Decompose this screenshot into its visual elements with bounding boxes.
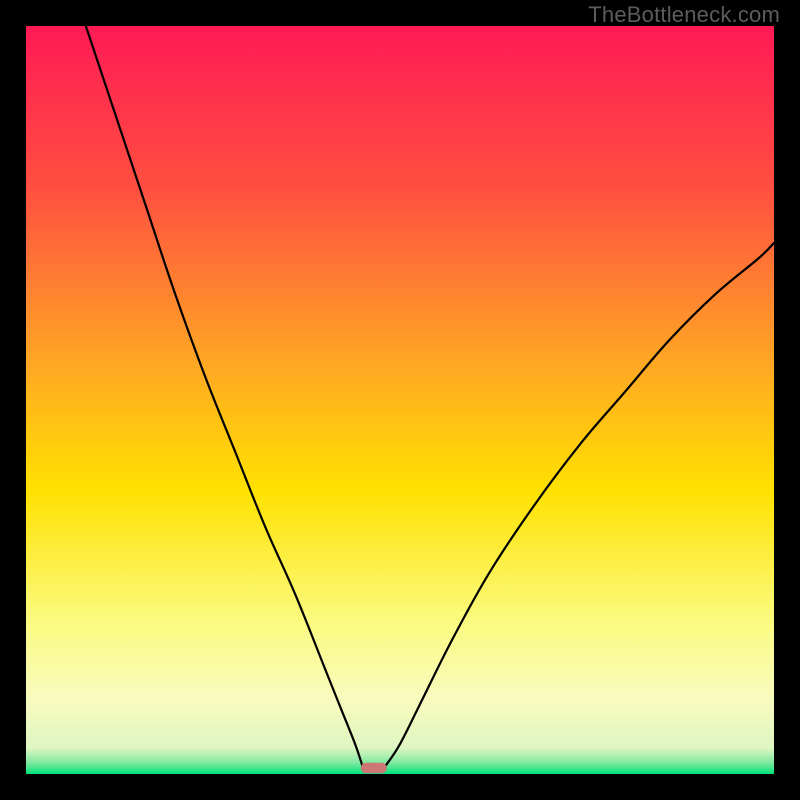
gradient-backdrop (26, 26, 774, 774)
chart-container: TheBottleneck.com (0, 0, 800, 800)
chart-svg (26, 26, 774, 774)
watermark-text: TheBottleneck.com (588, 2, 780, 28)
plot-area (26, 26, 774, 774)
bottleneck-marker (361, 763, 387, 773)
